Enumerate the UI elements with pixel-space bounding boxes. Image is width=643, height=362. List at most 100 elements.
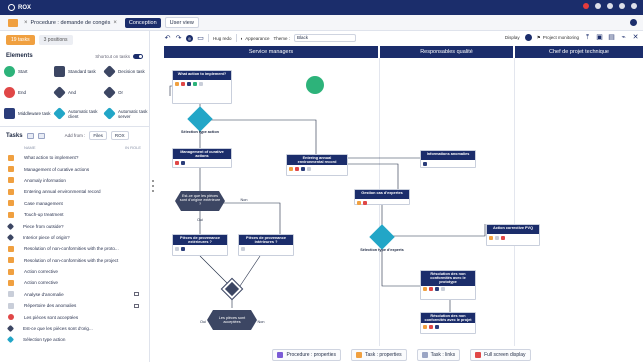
rox-logo-icon (8, 4, 15, 11)
task-label: Anomaly information (24, 177, 66, 183)
sort-icon[interactable] (26, 132, 34, 139)
user-icon[interactable] (595, 3, 601, 9)
element-and[interactable]: And (53, 84, 104, 101)
node-resolution-prototype[interactable]: Résolution des non conformités avec le p… (420, 270, 476, 300)
element-label: Start (18, 69, 28, 74)
task-item[interactable]: Piece from outside? (0, 220, 149, 231)
node-entering[interactable]: Entering annual environmental record (286, 154, 348, 176)
element-end[interactable]: End (4, 84, 54, 101)
undo-icon[interactable]: ↶ (164, 35, 171, 42)
element-or[interactable]: Or (103, 84, 154, 101)
task-item[interactable]: Resolution of non-conformities with the … (0, 243, 149, 254)
document-tab[interactable]: × Procedure : demande de congés × (24, 20, 117, 26)
task-item[interactable]: Sélection type action (0, 334, 149, 345)
col-type: IN ROLE (124, 145, 141, 150)
app-header: ROX (0, 0, 643, 15)
task-label: Entering annual environmental record (24, 189, 101, 195)
node-resolution-projet[interactable]: Résolution des non conformités avec le p… (420, 312, 476, 334)
menu-icon[interactable] (631, 3, 637, 9)
help-icon[interactable] (607, 3, 613, 9)
display-toggle[interactable] (524, 34, 532, 41)
save-as-icon[interactable]: ▤ (608, 34, 615, 41)
close-icon[interactable]: × (24, 20, 28, 26)
task-list: What action to implement? Management of … (0, 152, 149, 346)
element-automatic-task-server[interactable]: Automatic task server (103, 105, 154, 122)
theme-label: Theme : (273, 35, 291, 41)
tab-close-icon[interactable]: × (113, 20, 117, 26)
element-automatic-task-client[interactable]: Automatic task client (53, 105, 104, 122)
task-item[interactable]: Anomaly information (0, 175, 149, 186)
appearance-button[interactable]: ◐ Appearance (241, 36, 270, 41)
task-item[interactable]: Management of curative actions (0, 163, 149, 174)
task-item[interactable]: Interior piece of origin? (0, 232, 149, 243)
node-management[interactable]: Management of curative actions (172, 148, 232, 168)
left-panel: 19 tasks 3 positions Elements Shortcut o… (0, 31, 150, 362)
node-title: Pièces de provenance extérieures ? (173, 235, 227, 246)
task-item[interactable]: Répertoire des anomalies (0, 300, 149, 311)
tab-conception[interactable]: Conception (124, 17, 161, 28)
element-decision-task[interactable]: Decision task (103, 63, 154, 80)
save-icon[interactable]: ▣ (596, 34, 603, 41)
node-gestion[interactable]: Gestion cas d'expertes (354, 189, 410, 205)
middleware-task-icon (4, 108, 15, 119)
element-start[interactable]: Start (4, 63, 54, 80)
node-pieces-int[interactable]: Pièces de provenance intérieures ? (238, 234, 294, 256)
upload-icon[interactable]: ⤒ (584, 34, 591, 41)
task-links-button[interactable]: Task : links (416, 348, 461, 361)
panel-resize-handle[interactable] (152, 180, 155, 192)
close-icon[interactable]: ✕ (632, 34, 639, 41)
project-monitoring-button[interactable]: ⚑ Project monitoring (537, 35, 579, 41)
end-icon (8, 314, 14, 321)
positions-count-tab[interactable]: 3 positions (38, 35, 73, 45)
theme-select[interactable]: Black (294, 34, 357, 42)
app-logo[interactable]: ROX (8, 4, 31, 11)
task-properties-button[interactable]: Task : properties (350, 348, 407, 361)
automatic-client-icon (53, 107, 66, 120)
task-item[interactable]: Est-ce que les pièces sont d'orig... (0, 323, 149, 334)
app-name: ROX (18, 4, 32, 11)
button-label: Task : properties (364, 351, 402, 358)
external-link-icon[interactable] (134, 292, 139, 297)
node-informations[interactable]: Informations anomalies (420, 150, 476, 168)
task-item[interactable]: Touch-up treatment (0, 209, 149, 220)
task-label: Sélection type action (23, 337, 66, 343)
node-title: Résolution des non conformités avec le p… (421, 313, 475, 324)
full-screen-button[interactable]: Full screen display (470, 348, 531, 361)
account-icon[interactable] (630, 19, 637, 26)
task-item[interactable]: Entering annual environmental record (0, 186, 149, 197)
process-canvas[interactable]: Service managers Responsables qualité Ch… (160, 46, 643, 346)
task-item[interactable]: Case management (0, 198, 149, 209)
node-pieces-ext[interactable]: Pièces de provenance extérieures ? (172, 234, 228, 256)
task-item[interactable]: Les pièces sont acceptées (0, 311, 149, 322)
notification-icon[interactable] (583, 3, 589, 9)
tasks-count-tab[interactable]: 19 tasks (6, 35, 35, 45)
task-item[interactable]: Resolution of non-conformities with the … (0, 255, 149, 266)
settings-icon[interactable] (619, 3, 625, 9)
filter-icon[interactable] (37, 132, 45, 139)
bottom-panel-bar: Procedure : properties Task : properties… (160, 347, 643, 362)
task-item[interactable]: Action corrective (0, 277, 149, 288)
add-from-select[interactable]: Files (89, 131, 107, 140)
edge (348, 163, 399, 189)
zoom-control[interactable]: Hug redo (213, 36, 232, 41)
procedure-properties-button[interactable]: Procedure : properties (272, 348, 341, 361)
fit-icon[interactable]: ◎ (186, 34, 193, 42)
element-middleware-task[interactable]: Middleware task (4, 105, 54, 122)
external-link-icon[interactable] (134, 303, 139, 308)
element-standard-task[interactable]: Standard task (54, 63, 104, 80)
tab-user-view[interactable]: User view (164, 17, 199, 28)
task-item[interactable]: Analyse d'anomalie (0, 289, 149, 300)
rox-button[interactable]: ROX (110, 131, 129, 140)
redo-icon[interactable]: ↷ (175, 35, 182, 42)
task-icon (8, 211, 14, 218)
page-icon[interactable]: ▭ (197, 35, 204, 42)
task-item[interactable]: Action corrective (0, 266, 149, 277)
link-icon[interactable]: ⌁ (620, 34, 627, 41)
folder-icon[interactable] (8, 18, 18, 27)
start-event[interactable] (306, 76, 324, 94)
shortcut-toggle[interactable] (133, 53, 143, 59)
element-label: Middleware task (18, 111, 51, 116)
node-action-corrective[interactable]: Action corrective PVQ (486, 224, 540, 246)
node-what-action[interactable]: What action to implement? (172, 70, 232, 104)
task-item[interactable]: What action to implement? (0, 152, 149, 163)
